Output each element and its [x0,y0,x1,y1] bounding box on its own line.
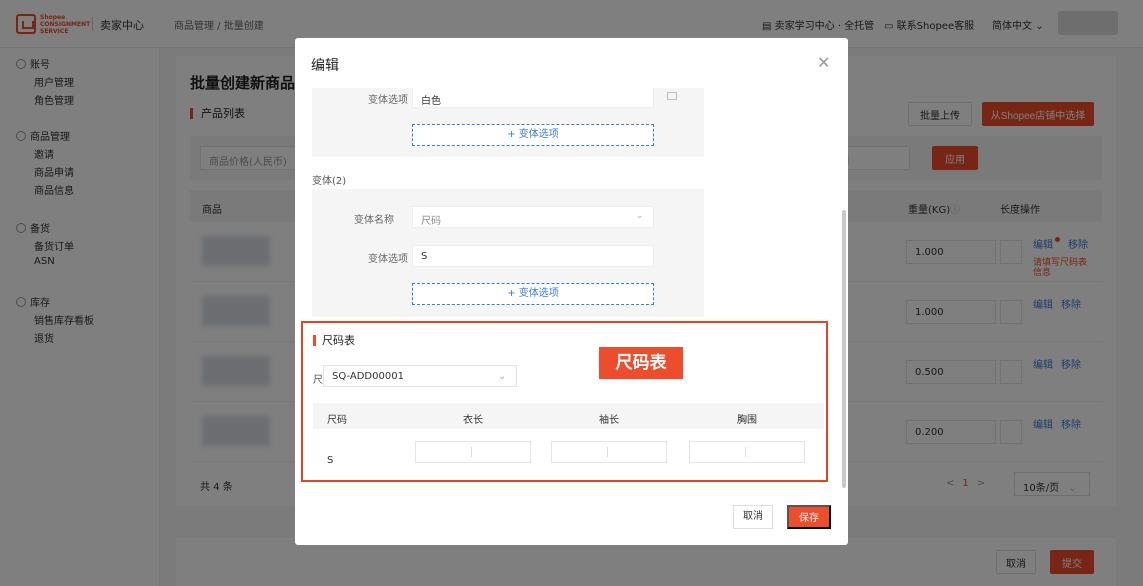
size-col-sleeve: 袖长 [599,415,619,426]
variant1-option-label: 变体选项 [368,95,408,106]
size-chart-badge: 尺码表 [599,347,683,379]
size-col-chest: 胸围 [737,415,757,426]
modal-title: 编辑 [311,58,339,74]
size-input-sleeve[interactable] [551,441,667,463]
modal-save-button[interactable]: 保存 [787,505,831,529]
variant1-option-input[interactable]: 白色 [412,88,654,108]
size-chart-section: 尺码表 尺码表 尺码表 SQ-ADD00001 ⌄ 尺码 衣长 袖长 胸围 S [301,321,828,482]
variant2-box: 变体名称 尺码 ⌄ 变体选项 S + 变体选项 [312,189,704,317]
variant2-name-label: 变体名称 [354,215,394,226]
image-icon[interactable] [667,92,677,100]
close-icon[interactable]: ✕ [817,55,830,71]
variant2-option-label: 变体选项 [368,254,408,265]
size-col-size: 尺码 [327,415,347,426]
chevron-down-icon: ⌄ [498,371,507,382]
variant2-title: 变体(2) [312,176,347,187]
add-variant-option-button[interactable]: + 变体选项 [412,124,654,146]
variant1-box: 变体选项 白色 + 变体选项 [312,88,704,157]
size-input-chest[interactable] [689,441,805,463]
variant2-name-select[interactable]: 尺码 [412,206,654,228]
variant2-option-input[interactable]: S [412,245,654,267]
add-variant-option-button[interactable]: + 变体选项 [412,283,654,305]
modal-cancel-button[interactable]: 取消 [733,505,773,529]
size-row-size: S [327,455,334,466]
size-input-length[interactable] [415,441,531,463]
size-col-length: 衣长 [463,415,483,426]
modal-scrollbar[interactable] [842,210,846,488]
size-chart-select[interactable]: SQ-ADD00001 ⌄ [323,365,517,387]
chevron-down-icon: ⌄ [636,211,644,221]
size-section-title: 尺码表 [313,335,355,346]
variant2-name-value: 尺码 [421,216,441,227]
size-chart-value: SQ-ADD00001 [332,371,404,382]
size-table-header: 尺码 衣长 袖长 胸围 [313,403,824,429]
